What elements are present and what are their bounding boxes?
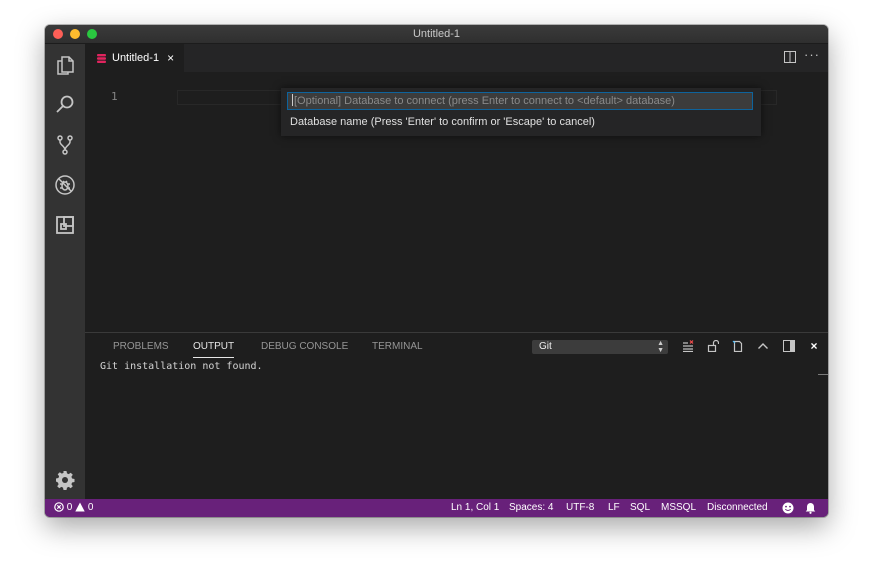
provider[interactable]: MSSQL	[661, 502, 696, 513]
output-channel-select[interactable]: Git ▲ ▼	[532, 340, 668, 354]
error-icon	[54, 502, 64, 512]
database-icon	[97, 53, 106, 63]
debug-icon[interactable]	[54, 174, 76, 196]
encoding[interactable]: UTF-8	[566, 502, 594, 513]
error-count: 0	[66, 502, 73, 513]
split-editor-icon[interactable]	[784, 51, 796, 63]
quick-pick-widget: [Optional] Database to connect (press En…	[281, 88, 761, 136]
warning-icon	[75, 502, 85, 512]
tab-debug-console[interactable]: DEBUG CONSOLE	[261, 341, 348, 352]
database-name-input[interactable]: [Optional] Database to connect (press En…	[287, 92, 753, 110]
explorer-icon[interactable]	[54, 54, 76, 76]
input-placeholder: [Optional] Database to connect (press En…	[294, 95, 675, 107]
tab-label: Untitled-1	[112, 52, 160, 64]
more-icon[interactable]: ···	[804, 47, 820, 62]
title-bar: Untitled-1	[45, 25, 828, 44]
activity-bar	[45, 44, 85, 499]
end-of-line[interactable]: LF	[608, 502, 620, 513]
quick-pick-message: Database name (Press 'Enter' to confirm …	[290, 116, 595, 128]
toggle-panel-icon[interactable]	[782, 339, 796, 353]
lock-icon[interactable]	[706, 339, 720, 353]
gear-icon[interactable]	[54, 469, 76, 491]
bottom-panel: PROBLEMS OUTPUT DEBUG CONSOLE TERMINAL G…	[85, 332, 828, 500]
tab-bar: Untitled-1 × ···	[85, 44, 828, 72]
scrollbar-marker	[818, 374, 828, 375]
extensions-icon[interactable]	[54, 214, 76, 236]
clear-output-icon[interactable]	[681, 339, 695, 353]
language-mode[interactable]: SQL	[630, 502, 650, 513]
cursor-position[interactable]: Ln 1, Col 1	[451, 502, 499, 513]
tab-output[interactable]: OUTPUT	[193, 341, 235, 358]
connection-status[interactable]: Disconnected	[707, 502, 768, 513]
smiley-icon[interactable]	[782, 502, 794, 515]
text-caret	[292, 94, 293, 106]
select-arrows-icon: ▲ ▼	[657, 340, 664, 354]
bell-icon[interactable]	[805, 502, 816, 515]
status-bar: 0 0 Ln 1, Col 1 Spaces: 4 UTF-8 LF SQL M…	[45, 499, 828, 517]
source-control-icon[interactable]	[54, 134, 76, 156]
tab-terminal[interactable]: TERMINAL	[372, 341, 423, 352]
window-title: Untitled-1	[412, 28, 461, 40]
open-log-icon[interactable]	[731, 339, 745, 353]
tab-untitled-1[interactable]: Untitled-1 ×	[85, 44, 184, 72]
chevron-up-icon[interactable]	[756, 339, 770, 353]
output-text: Git installation not found.	[100, 361, 263, 372]
search-icon[interactable]	[54, 94, 76, 116]
output-channel-value: Git	[539, 341, 552, 352]
close-panel-icon[interactable]: ×	[807, 339, 821, 353]
editor-area: Untitled-1 × ··· 1 PROBLEMS OUTPUT DEBUG…	[85, 44, 828, 500]
close-icon[interactable]: ×	[167, 51, 174, 65]
app-window: Untitled-1 Untitled-1 × ··· 1 PROBLEMS O…	[45, 25, 828, 517]
indentation[interactable]: Spaces: 4	[509, 502, 553, 513]
warning-count: 0	[87, 502, 94, 513]
line-number: 1	[111, 90, 118, 103]
tab-problems[interactable]: PROBLEMS	[113, 341, 169, 352]
problems-status[interactable]: 0 0	[54, 502, 93, 513]
